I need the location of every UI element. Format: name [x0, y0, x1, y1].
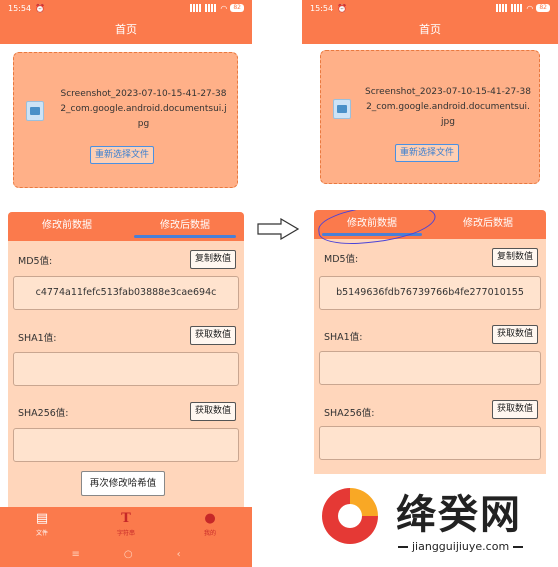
file-name: Screenshot_2023-07-10-15-41-27-382_com.g…	[60, 89, 227, 129]
md5-value: b5149636fdb76739766b4fe277010155	[319, 276, 541, 310]
get-sha256-button[interactable]: 获取数值	[189, 402, 236, 421]
md5-value: c4774a11fefc513fab03888e3cae694c	[13, 276, 239, 310]
status-time: 15:54	[310, 3, 334, 13]
alarm-icon: ⏰	[337, 3, 348, 13]
file-icon: ▤	[35, 511, 49, 526]
status-time: 15:54	[8, 3, 32, 13]
rechoose-file-button[interactable]: 重新选择文件	[395, 144, 460, 162]
get-sha1-button[interactable]: 获取数值	[491, 325, 538, 344]
signal-icon-2	[511, 4, 524, 12]
tabbar-label-string: 字符串	[116, 530, 135, 537]
wifi-icon: ◠	[220, 3, 228, 13]
image-file-icon	[26, 101, 44, 121]
system-nav-bar: ≡ ○ ‹	[0, 543, 252, 567]
left-phone-screen: 15:54 ⏰ ◠ 82 首页 Screenshot_2023-07-10-15…	[0, 0, 252, 567]
sha1-label: SHA1值:	[18, 333, 57, 344]
signal-icon-2	[205, 4, 218, 12]
status-bar: 15:54 ⏰ ◠ 82	[302, 0, 558, 16]
signal-icon	[190, 4, 203, 12]
tabbar-label-mine: 我的	[203, 530, 216, 537]
battery-level: 82	[230, 4, 244, 12]
highlight-circle	[316, 210, 438, 249]
tabbar-item-mine[interactable]: ● 我的	[168, 507, 252, 543]
back-nav-icon[interactable]: ‹	[177, 543, 181, 567]
hash-panel: 修改前数据 修改后数据 MD5值: 复制数值 c4774a11fefc513fa…	[8, 212, 244, 508]
sha256-value	[13, 428, 239, 462]
status-bar: 15:54 ⏰ ◠ 82	[0, 0, 252, 16]
page-title: 首页	[302, 16, 558, 44]
page-title: 首页	[0, 16, 252, 44]
brand-domain: jiangguijiuye.com	[394, 540, 527, 553]
home-nav-icon[interactable]: ○	[124, 543, 133, 567]
copy-md5-button[interactable]: 复制数值	[189, 250, 236, 269]
tab-before-data[interactable]: 修改前数据	[8, 212, 126, 241]
hash-panel: 修改前数据 修改后数据 MD5值: 复制数值 b5149636fdb767397…	[314, 210, 546, 510]
sha256-label: SHA256值:	[324, 408, 375, 419]
wifi-icon: ◠	[526, 3, 534, 13]
right-arrow-icon	[257, 218, 299, 240]
tabbar-label-file: 文件	[35, 530, 48, 537]
sha1-value	[13, 352, 239, 386]
user-icon: ●	[204, 511, 216, 526]
file-picker-area[interactable]: Screenshot_2023-07-10-15-41-27-382_com.g…	[13, 52, 238, 188]
battery-level: 82	[536, 4, 550, 12]
brand-logo-icon	[322, 488, 378, 544]
data-tabs: 修改前数据 修改后数据	[314, 210, 546, 249]
rechoose-file-button[interactable]: 重新选择文件	[90, 146, 155, 164]
signal-icon	[496, 4, 509, 12]
md5-label: MD5值:	[324, 254, 359, 265]
alarm-icon: ⏰	[35, 3, 46, 13]
tab-after-data[interactable]: 修改后数据	[430, 210, 546, 239]
watermark: 绛癸网 jiangguijiuye.com	[302, 474, 558, 567]
file-name: Screenshot_2023-07-10-15-41-27-382_com.g…	[365, 87, 531, 127]
get-sha1-button[interactable]: 获取数值	[189, 326, 236, 345]
bottom-tab-bar: ▤ 文件 T 字符串 ● 我的	[0, 507, 252, 543]
copy-md5-button[interactable]: 复制数值	[491, 248, 538, 267]
image-file-icon	[333, 99, 351, 119]
tabbar-item-string[interactable]: T 字符串	[84, 507, 168, 543]
get-sha256-button[interactable]: 获取数值	[491, 400, 538, 419]
sha1-label: SHA1值:	[324, 332, 363, 343]
data-tabs: 修改前数据 修改后数据	[8, 212, 244, 241]
md5-label: MD5值:	[18, 256, 53, 267]
file-picker-area[interactable]: Screenshot_2023-07-10-15-41-27-382_com.g…	[320, 50, 540, 184]
brand-name: 绛癸网	[396, 491, 522, 538]
tab-after-data[interactable]: 修改后数据	[126, 212, 244, 241]
sha1-value	[319, 351, 541, 385]
text-icon: T	[121, 511, 131, 526]
menu-nav-icon[interactable]: ≡	[71, 543, 79, 567]
sha256-value	[319, 426, 541, 460]
modify-hash-again-button[interactable]: 再次修改哈希值	[81, 471, 165, 496]
tabbar-item-file[interactable]: ▤ 文件	[0, 507, 84, 543]
sha256-label: SHA256值:	[18, 408, 69, 419]
